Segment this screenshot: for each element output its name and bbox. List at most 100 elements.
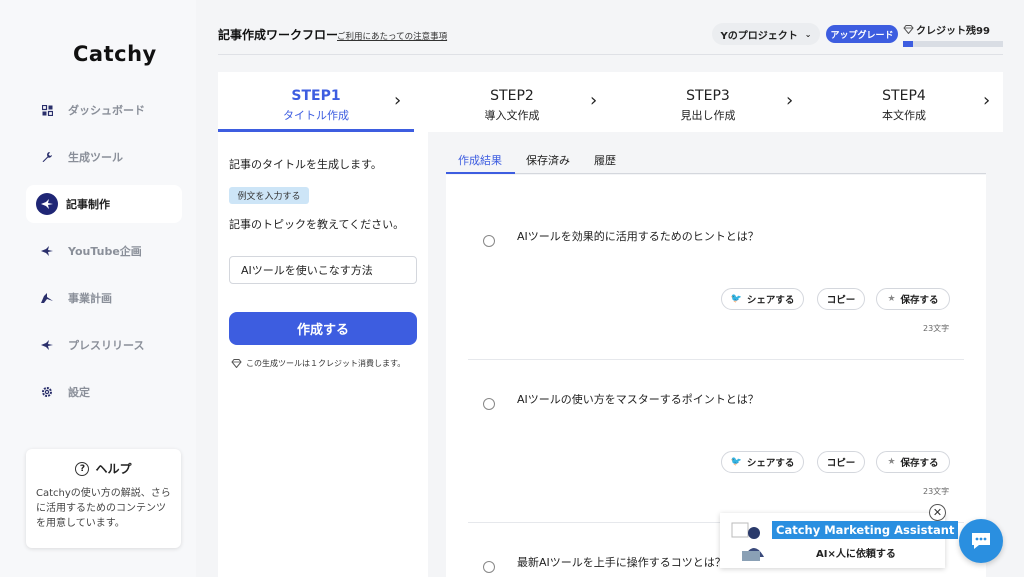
results-tabs: 作成結果 保存済み 履歴: [446, 146, 986, 174]
step-number: STEP2: [490, 88, 534, 104]
step-name: タイトル作成: [283, 109, 349, 122]
project-select[interactable]: Yのプロジェクト ⌄: [712, 23, 820, 45]
sidebar-item-press-release[interactable]: プレスリリース: [26, 326, 182, 364]
example-input-button[interactable]: 例文を入力する: [229, 187, 309, 204]
step-bar: STEP1 タイトル作成 › STEP2 導入文作成 › STEP3 見出し作成…: [218, 72, 1003, 132]
copy-button[interactable]: コピー: [817, 288, 865, 310]
sidebar-item-label: 記事制作: [66, 198, 110, 211]
save-label: 保存する: [900, 458, 939, 469]
sidebar-item-label: 設定: [68, 386, 90, 399]
chevron-right-icon: ›: [590, 90, 598, 111]
header-divider: [218, 54, 1003, 55]
step-name: 本文作成: [882, 109, 926, 122]
notice-link[interactable]: ご利用にあたっての注意事項: [337, 30, 447, 42]
help-card[interactable]: ? ヘルプ Catchyの使い方の解説、さらに活用するためのコンテンツを用意して…: [26, 449, 181, 548]
share-label: シェアする: [746, 458, 795, 469]
chat-button[interactable]: [959, 519, 1003, 563]
step-name: 見出し作成: [680, 109, 736, 122]
sidebar-item-label: YouTube企画: [68, 245, 142, 258]
chevron-right-icon: ›: [786, 90, 794, 111]
topic-input[interactable]: [229, 256, 417, 284]
result-radio[interactable]: [483, 398, 495, 410]
help-text: Catchyの使い方の解説、さらに活用するためのコンテンツを用意しています。: [36, 488, 171, 529]
char-count: 23文字: [923, 487, 950, 496]
save-button[interactable]: ★ 保存する: [876, 288, 950, 310]
result-title: 最新AIツールを上手に操作するコツとは？: [517, 556, 726, 569]
sidebar-item-dashboard[interactable]: ダッシュボード: [26, 91, 182, 129]
share-button[interactable]: 🐦 シェアする: [721, 451, 804, 473]
chevron-down-icon: ⌄: [804, 29, 812, 39]
step-4[interactable]: STEP4 本文作成: [806, 72, 1002, 132]
question-icon: ?: [75, 461, 90, 476]
diamond-icon: [903, 25, 914, 34]
chevron-right-icon: ›: [394, 90, 402, 111]
bird-icon: [38, 242, 56, 260]
share-label: シェアする: [746, 295, 795, 306]
help-title: ? ヘルプ: [36, 460, 171, 477]
credit-label: クレジット残99: [903, 22, 990, 37]
star-icon: ★: [887, 294, 896, 304]
sidebar-item-tools[interactable]: 生成ツール: [26, 138, 182, 176]
assistant-banner[interactable]: Catchy Marketing Assistant AI×人に依頼する: [720, 513, 959, 568]
list-item: AIツールを効果的に活用するためのヒントとは？ 🐦 シェアする コピー ★ 保存する…: [468, 175, 964, 360]
step-1[interactable]: STEP1 タイトル作成: [218, 72, 414, 132]
tab-results[interactable]: 作成結果: [458, 152, 502, 168]
active-tab-indicator: [446, 172, 515, 174]
bird-icon: [38, 336, 56, 354]
bird-icon: [38, 289, 56, 307]
copy-button[interactable]: コピー: [817, 451, 865, 473]
bird-icon: [36, 193, 58, 215]
create-button[interactable]: 作成する: [229, 312, 417, 345]
cost-note: この生成ツールは１クレジット消費します。: [231, 358, 405, 369]
save-button[interactable]: ★ 保存する: [876, 451, 950, 473]
tab-history[interactable]: 履歴: [594, 152, 616, 168]
gear-icon: [38, 383, 56, 401]
topic-label: 記事のトピックを教えてください。: [229, 218, 405, 231]
tab-saved[interactable]: 保存済み: [526, 152, 570, 168]
step-2[interactable]: STEP2 導入文作成: [414, 72, 610, 132]
wrench-icon: [38, 148, 56, 166]
credit-text: クレジット残99: [916, 26, 990, 37]
page-title: 記事作成ワークフロー: [218, 28, 339, 42]
step-number: STEP4: [882, 88, 926, 104]
sidebar-item-label: ダッシュボード: [68, 104, 145, 117]
result-title: AIツールの使い方をマスターするポイントとは？: [517, 393, 759, 406]
assistant-avatar: [731, 522, 764, 561]
twitter-icon: 🐦: [730, 294, 742, 304]
share-button[interactable]: 🐦 シェアする: [721, 288, 804, 310]
sidebar-item-label: プレスリリース: [68, 339, 145, 352]
form-panel: 記事のタイトルを生成します。 例文を入力する 記事のトピックを教えてください。 …: [218, 132, 428, 577]
upgrade-button[interactable]: アップグレード: [826, 25, 898, 43]
diamond-icon: [231, 359, 242, 368]
step-3[interactable]: STEP3 見出し作成: [610, 72, 806, 132]
credit-progress-bar: [903, 41, 1003, 47]
result-radio[interactable]: [483, 235, 495, 247]
step-number: STEP3: [686, 88, 730, 104]
assistant-subtitle: AI×人に依頼する: [816, 549, 896, 560]
chat-bubble-icon: [972, 533, 990, 549]
step-number: STEP1: [291, 88, 341, 104]
result-title: AIツールを効果的に活用するためのヒントとは？: [517, 230, 759, 243]
result-radio[interactable]: [483, 561, 495, 573]
sidebar-item-article[interactable]: 記事制作: [26, 185, 182, 223]
sidebar-item-business-plan[interactable]: 事業計画: [26, 279, 182, 317]
save-label: 保存する: [900, 295, 939, 306]
cost-note-text: この生成ツールは１クレジット消費します。: [246, 359, 406, 368]
help-title-label: ヘルプ: [95, 462, 132, 476]
sidebar-item-label: 生成ツール: [68, 151, 123, 164]
star-icon: ★: [887, 457, 896, 467]
close-icon[interactable]: ✕: [929, 504, 946, 521]
sidebar-item-settings[interactable]: 設定: [26, 373, 182, 411]
sidebar-item-label: 事業計画: [68, 292, 112, 305]
chevron-right-icon: ›: [983, 90, 991, 111]
sidebar-item-youtube[interactable]: YouTube企画: [26, 232, 182, 270]
app-logo[interactable]: Catchy: [73, 42, 157, 66]
twitter-icon: 🐦: [730, 457, 742, 467]
list-item: AIツールの使い方をマスターするポイントとは？ 🐦 シェアする コピー ★ 保存する…: [468, 360, 964, 523]
dashboard-icon: [38, 101, 56, 119]
char-count: 23文字: [923, 324, 950, 333]
credit-progress-fill: [903, 41, 913, 47]
form-description: 記事のタイトルを生成します。: [229, 158, 382, 171]
project-name: Yのプロジェクト: [720, 30, 798, 42]
step-name: 導入文作成: [484, 109, 540, 122]
